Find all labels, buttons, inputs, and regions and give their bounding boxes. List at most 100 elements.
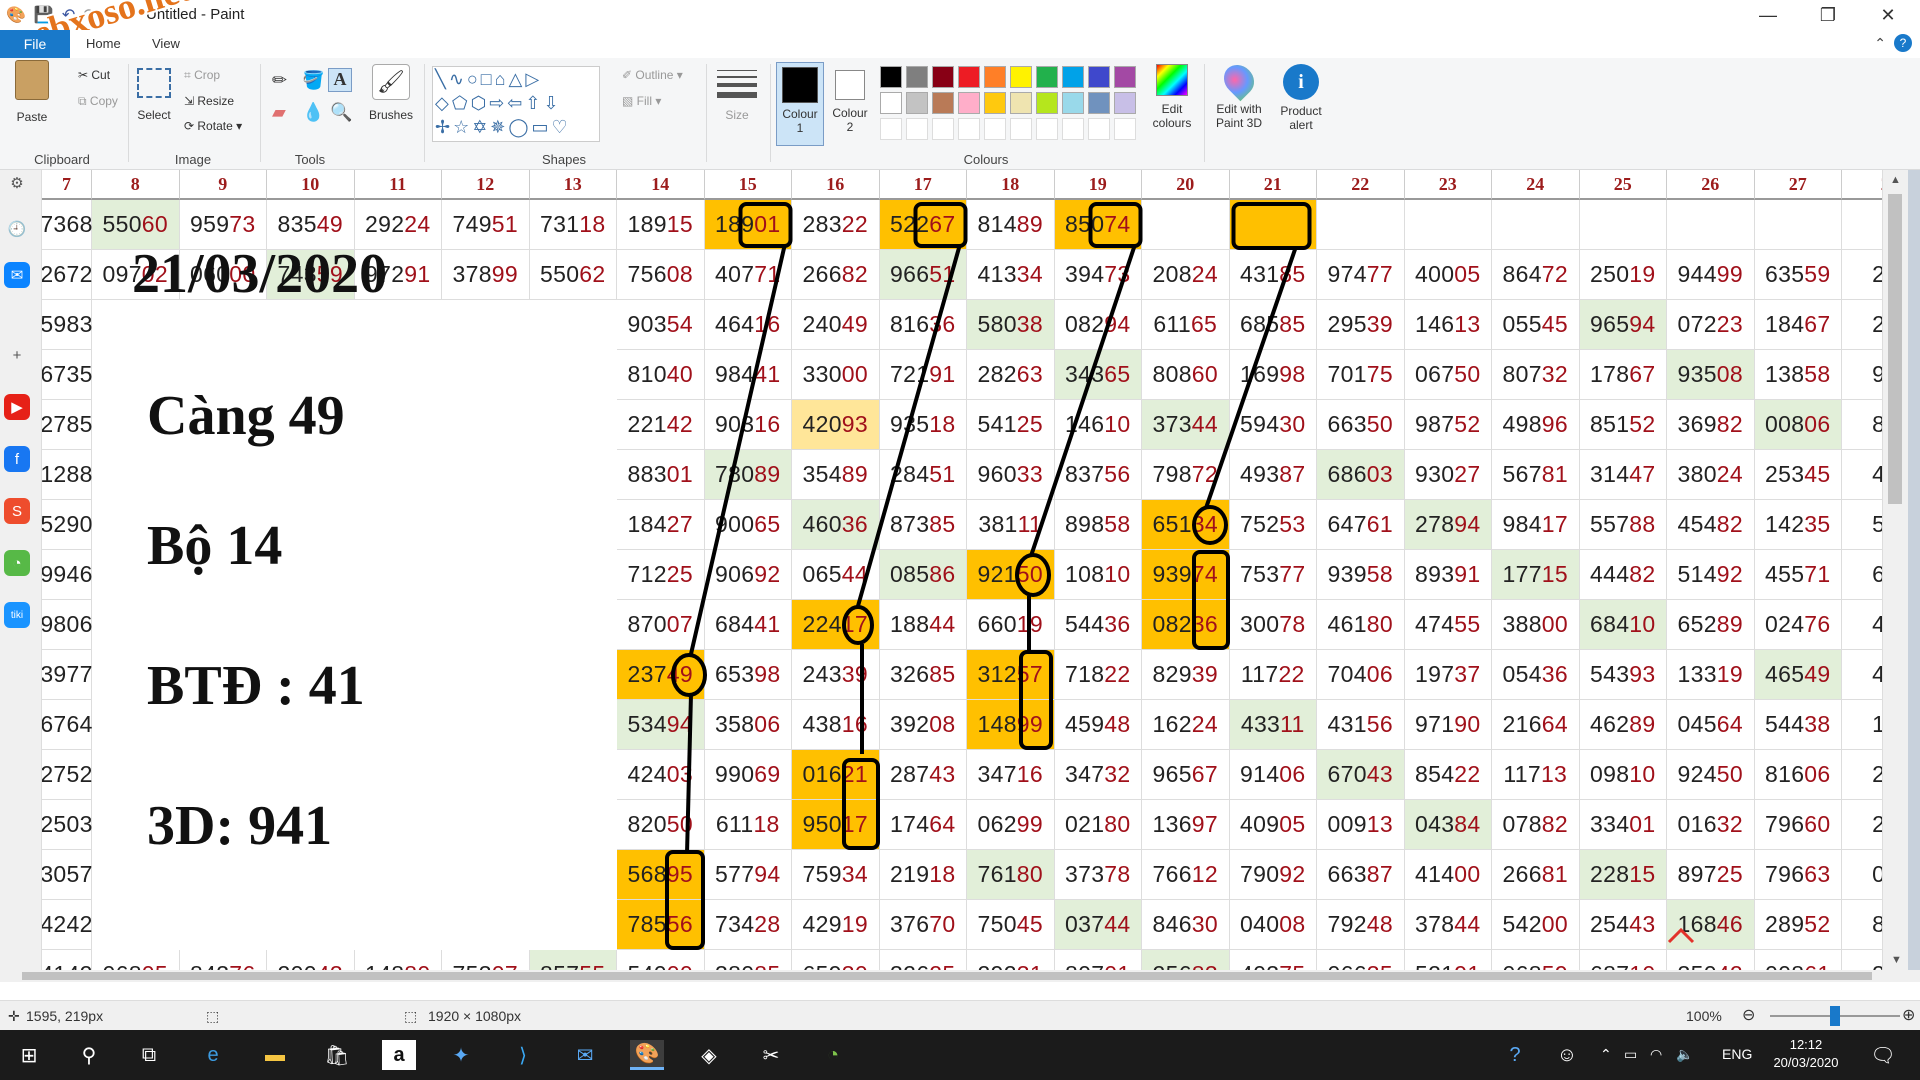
colour-swatch[interactable] [1036,66,1058,88]
colour-swatch[interactable] [1010,66,1032,88]
colour-swatch[interactable] [1010,92,1032,114]
custom-colour-slot[interactable] [958,118,980,140]
tiki-icon[interactable]: tiki [4,602,30,628]
custom-colour-slot[interactable] [984,118,1006,140]
copy-button[interactable]: ⧉ Copy [78,94,118,109]
colour-swatch[interactable] [880,92,902,114]
custom-colour-slot[interactable] [906,118,928,140]
mail-icon[interactable]: ✉ [568,1040,602,1070]
people-icon[interactable]: ☺ [1550,1040,1584,1070]
custom-colour-slot[interactable] [1062,118,1084,140]
custom-colour-slot[interactable] [880,118,902,140]
custom-colour-slot[interactable] [932,118,954,140]
vertical-scrollbar[interactable]: ▲ ▼ [1882,170,1908,970]
dropbox-icon[interactable]: ✦ [444,1040,478,1070]
visual-studio-icon[interactable]: ⟩ [506,1040,540,1070]
help-tray-icon[interactable]: ? [1498,1040,1532,1070]
notifications-icon[interactable]: 🗨 [1866,1040,1900,1070]
file-explorer-icon[interactable]: ▬ [258,1040,292,1070]
clock[interactable]: 12:12 20/03/2020 [1770,1036,1842,1072]
paint-taskbar-icon[interactable]: 🎨 [630,1040,664,1070]
task-view-icon[interactable]: ⧉ [132,1040,166,1070]
product-alert-button[interactable]: i Product alert [1272,64,1330,132]
horizontal-scrollbar[interactable] [0,970,1920,982]
minimize-button[interactable]: — [1740,0,1796,30]
language-indicator[interactable]: ENG [1722,1046,1752,1062]
windows-start-icon[interactable]: ⊞ [12,1040,46,1070]
colour-swatch[interactable] [1036,92,1058,114]
colour-swatch[interactable] [1088,92,1110,114]
zoom-out-icon[interactable]: ⊖ [1742,1005,1755,1025]
close-button[interactable]: ✕ [1860,0,1916,30]
scroll-down-icon[interactable]: ▼ [1891,954,1902,966]
edit-with-paint3d-button[interactable]: Edit with Paint 3D [1208,58,1270,130]
history-icon[interactable]: 🕘 [4,216,30,242]
colour-swatch[interactable] [906,66,928,88]
zoom-in-icon[interactable]: ⊕ [1902,1005,1915,1025]
volume-icon[interactable]: 🔈 [1676,1046,1693,1063]
horizontal-scroll-thumb[interactable] [22,972,1872,980]
cut-button[interactable]: ✂ Cut [78,68,110,82]
colour-swatch[interactable] [984,66,1006,88]
colour-swatch[interactable] [958,66,980,88]
vertical-scroll-thumb[interactable] [1888,194,1902,504]
top-icon[interactable]: ⚙ [4,170,30,196]
magnifier-icon[interactable]: 🔍 [330,102,352,123]
store-icon[interactable]: 🛍 [320,1040,354,1070]
colour-swatch[interactable] [880,66,902,88]
custom-colour-slot[interactable] [1114,118,1136,140]
scroll-up-icon[interactable]: ▲ [1883,174,1908,186]
shapes-gallery[interactable]: ╲∿○□⌂△▷ ◇⬠⬡⇨⇦⇧⇩ ✢☆✡✵◯▭♡ [432,66,600,142]
outline-dropdown[interactable]: ✐ Outline ▾ [622,68,683,82]
size-button[interactable]: Size [712,64,762,122]
office-icon[interactable]: ◈ [692,1040,726,1070]
app-icon[interactable]: ◔ [4,550,30,576]
rotate-button[interactable]: ⟳ Rotate ▾ [184,119,242,133]
tab-view[interactable]: View [152,36,180,51]
tab-file[interactable]: File [0,30,70,58]
collapse-ribbon-icon[interactable]: ⌃ [1874,35,1886,52]
colour-swatch[interactable] [958,92,980,114]
add-icon[interactable]: + [4,342,30,368]
colour-swatch[interactable] [1114,66,1136,88]
custom-colour-slot[interactable] [1088,118,1110,140]
crop-button[interactable]: ⌗ Crop [184,68,220,83]
brushes-button[interactable]: 🖌 Brushes [366,64,416,122]
youtube-icon[interactable]: ▶ [4,394,30,420]
colour-swatch[interactable] [1062,66,1084,88]
fill-bucket-icon[interactable]: 🪣 [302,70,324,91]
custom-colour-slot[interactable] [1010,118,1032,140]
tab-home[interactable]: Home [86,36,121,51]
colour2-button[interactable]: Colour 2 [826,62,874,134]
help-icon[interactable]: ? [1894,34,1912,52]
fill-dropdown[interactable]: ▧ Fill ▾ [622,94,661,108]
colour1-button[interactable]: Colour 1 [776,62,824,146]
colour-swatch[interactable] [984,92,1006,114]
colour-picker-icon[interactable]: 💧 [302,102,324,123]
colour-swatch[interactable] [1114,92,1136,114]
amazon-icon[interactable]: a [382,1040,416,1070]
screenshot-canvas[interactable]: 7891011121314151617181920212223242526272… [42,170,1882,970]
colour-swatch[interactable] [932,66,954,88]
colour-swatch[interactable] [906,92,928,114]
maximize-button[interactable]: ❐ [1800,0,1856,30]
messenger-icon[interactable]: ✉ [4,262,30,288]
zoom-slider-thumb[interactable] [1830,1006,1840,1026]
zoom-slider[interactable] [1770,1006,1900,1026]
colour-swatch[interactable] [1088,66,1110,88]
facebook-icon[interactable]: f [4,446,30,472]
resize-button[interactable]: ⇲ Resize [184,94,234,108]
pencil-icon[interactable]: ✏ [272,70,287,91]
select-button[interactable]: Select [134,68,174,122]
eraser-icon[interactable]: ▰ [272,102,286,123]
edit-colours-button[interactable]: Edit colours [1146,64,1198,130]
battery-icon[interactable]: ▭ [1624,1046,1637,1063]
tray-chevron-icon[interactable]: ⌃ [1600,1046,1612,1063]
coccoc-browser-icon[interactable]: ◔ [816,1040,850,1070]
custom-colour-slot[interactable] [1036,118,1058,140]
network-icon[interactable]: ◠ [1650,1046,1662,1063]
snipping-tool-icon[interactable]: ✂ [754,1040,788,1070]
shopee-icon[interactable]: S [4,498,30,524]
edge-browser-icon[interactable]: e [196,1040,230,1070]
paste-button[interactable]: Paste [12,60,52,124]
